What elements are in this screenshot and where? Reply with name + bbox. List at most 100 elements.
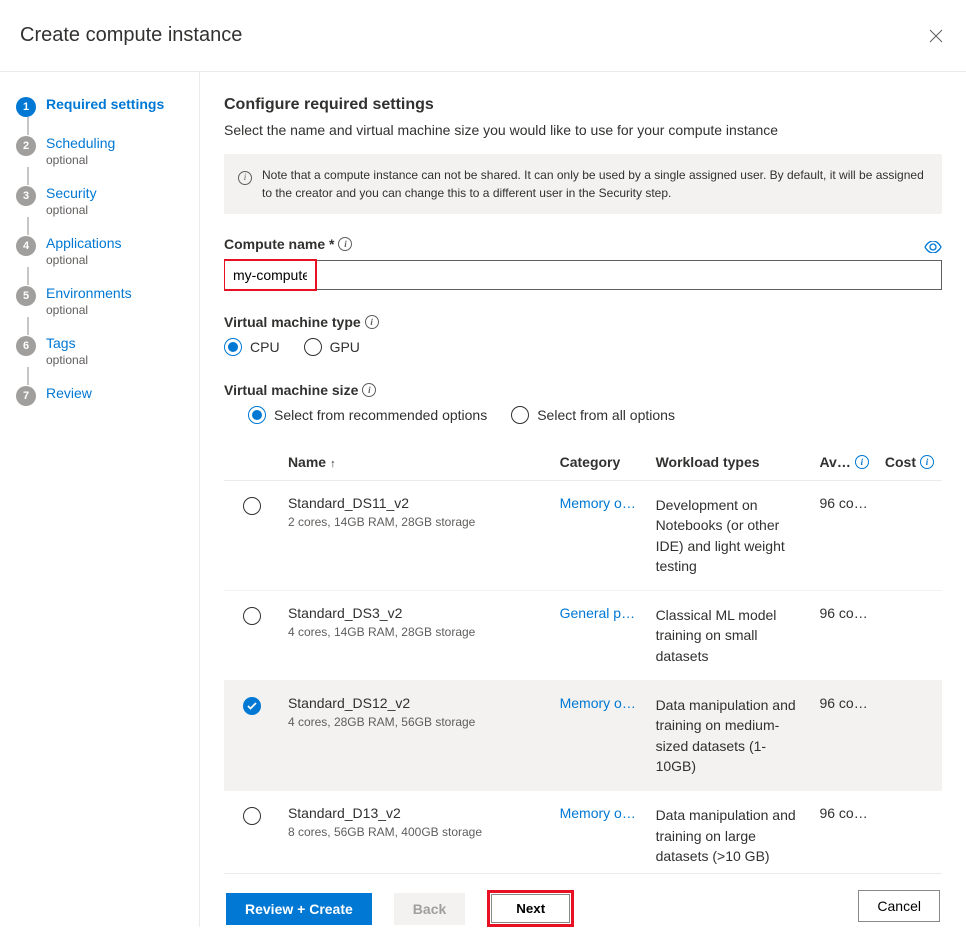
vm-category[interactable]: General p…: [560, 605, 635, 621]
info-icon[interactable]: i: [920, 455, 934, 469]
step-tags[interactable]: 6 Tags optional: [16, 335, 187, 367]
step-label: Review: [46, 385, 92, 401]
step-connector: [27, 267, 29, 285]
step-label: Environments: [46, 285, 132, 301]
vm-type-gpu-radio[interactable]: GPU: [304, 338, 360, 356]
vm-workload: Data manipulation and training on large …: [656, 805, 804, 866]
vm-category[interactable]: Memory o…: [560, 495, 636, 511]
dialog-title: Create compute instance: [20, 24, 242, 47]
step-applications[interactable]: 4 Applications optional: [16, 235, 187, 267]
radio-label: Select from all options: [537, 407, 675, 423]
step-number: 2: [16, 136, 36, 156]
col-workload[interactable]: Workload types: [648, 444, 812, 481]
vm-name: Standard_D13_v2: [288, 805, 544, 821]
step-number: 4: [16, 236, 36, 256]
vm-row[interactable]: Standard_D13_v2 8 cores, 56GB RAM, 400GB …: [224, 791, 942, 873]
cancel-button[interactable]: Cancel: [858, 890, 940, 922]
step-connector: [27, 117, 29, 135]
step-sublabel: optional: [46, 203, 97, 217]
vm-size-all-radio[interactable]: Select from all options: [511, 406, 675, 424]
dialog-header: Create compute instance: [0, 0, 966, 72]
step-environments[interactable]: 5 Environments optional: [16, 285, 187, 317]
info-icon[interactable]: i: [338, 237, 352, 251]
step-number: 5: [16, 286, 36, 306]
vm-workload: Classical ML model training on small dat…: [656, 605, 804, 666]
vm-workload: Development on Notebooks (or other IDE) …: [656, 495, 804, 576]
vm-category[interactable]: Memory o…: [560, 805, 636, 821]
vm-row[interactable]: Standard_DS11_v2 2 cores, 14GB RAM, 28GB …: [224, 481, 942, 591]
radio-label: CPU: [250, 339, 280, 355]
vm-name: Standard_DS12_v2: [288, 695, 544, 711]
row-radio-selected[interactable]: [243, 697, 261, 715]
info-icon[interactable]: i: [365, 315, 379, 329]
main-content: Configure required settings Select the n…: [200, 72, 966, 927]
step-security[interactable]: 3 Security optional: [16, 185, 187, 217]
vm-size-recommended-radio[interactable]: Select from recommended options: [248, 406, 487, 424]
close-icon: [929, 29, 943, 43]
vm-availability: 96 co…: [811, 681, 876, 791]
vm-availability: 96 co…: [811, 591, 876, 681]
col-select: [224, 444, 280, 481]
row-radio[interactable]: [243, 497, 261, 515]
step-number: 6: [16, 336, 36, 356]
step-number: 7: [16, 386, 36, 406]
row-radio[interactable]: [243, 807, 261, 825]
back-button[interactable]: Back: [394, 893, 465, 925]
vm-size-table: Name↑ Category Workload types Av…i Costi…: [224, 444, 942, 873]
step-sublabel: optional: [46, 303, 132, 317]
vm-category[interactable]: Memory o…: [560, 695, 636, 711]
step-required-settings[interactable]: 1 Required settings: [16, 96, 187, 117]
step-review[interactable]: 7 Review: [16, 385, 187, 406]
step-label: Scheduling: [46, 135, 115, 151]
info-icon[interactable]: i: [362, 383, 376, 397]
col-availability[interactable]: Av…i: [811, 444, 876, 481]
vm-type-cpu-radio[interactable]: CPU: [224, 338, 280, 356]
close-button[interactable]: [926, 26, 946, 46]
vm-row[interactable]: Standard_DS12_v2 4 cores, 28GB RAM, 56GB …: [224, 681, 942, 791]
compute-name-input[interactable]: [225, 261, 315, 289]
col-category[interactable]: Category: [552, 444, 648, 481]
sort-asc-icon: ↑: [330, 458, 336, 470]
step-sublabel: optional: [46, 353, 88, 367]
next-button-highlight: Next: [487, 890, 574, 927]
step-sublabel: optional: [46, 153, 115, 167]
info-text: Note that a compute instance can not be …: [262, 166, 928, 202]
info-callout: i Note that a compute instance can not b…: [224, 154, 942, 214]
col-name[interactable]: Name↑: [280, 444, 552, 481]
vm-size-label: Virtual machine size i: [224, 382, 942, 398]
vm-name: Standard_DS3_v2: [288, 605, 544, 621]
vm-type-label: Virtual machine type i: [224, 314, 942, 330]
vm-spec: 4 cores, 28GB RAM, 56GB storage: [288, 715, 544, 729]
section-title: Configure required settings: [224, 96, 942, 114]
vm-name: Standard_DS11_v2: [288, 495, 544, 511]
info-icon[interactable]: i: [855, 455, 869, 469]
radio-label: GPU: [330, 339, 360, 355]
next-button[interactable]: Next: [491, 894, 570, 923]
step-sublabel: optional: [46, 253, 122, 267]
step-label: Tags: [46, 335, 88, 351]
vm-availability: 96 co…: [811, 481, 876, 591]
row-radio[interactable]: [243, 607, 261, 625]
vm-row[interactable]: Standard_DS3_v24 cores, 14GB RAM, 28GB s…: [224, 591, 942, 681]
step-label: Applications: [46, 235, 122, 251]
step-number: 3: [16, 186, 36, 206]
visibility-icon[interactable]: [924, 240, 942, 256]
checkmark-icon: [247, 702, 257, 710]
step-scheduling[interactable]: 2 Scheduling optional: [16, 135, 187, 167]
step-label: Security: [46, 185, 97, 201]
info-icon: i: [238, 167, 252, 202]
step-connector: [27, 167, 29, 185]
vm-spec: 2 cores, 14GB RAM, 28GB storage: [288, 515, 544, 529]
vm-availability: 96 co…: [811, 791, 876, 873]
step-label: Required settings: [46, 96, 164, 112]
radio-label: Select from recommended options: [274, 407, 487, 423]
review-create-button[interactable]: Review + Create: [226, 893, 372, 925]
footer-bar: Review + Create Back Next Cancel: [224, 873, 942, 927]
vm-spec: 8 cores, 56GB RAM, 400GB storage: [288, 825, 544, 839]
vm-workload: Data manipulation and training on medium…: [656, 695, 804, 776]
step-connector: [27, 367, 29, 385]
section-subtitle: Select the name and virtual machine size…: [224, 122, 942, 138]
step-connector: [27, 317, 29, 335]
col-cost[interactable]: Costi: [877, 444, 942, 481]
step-number: 1: [16, 97, 36, 117]
